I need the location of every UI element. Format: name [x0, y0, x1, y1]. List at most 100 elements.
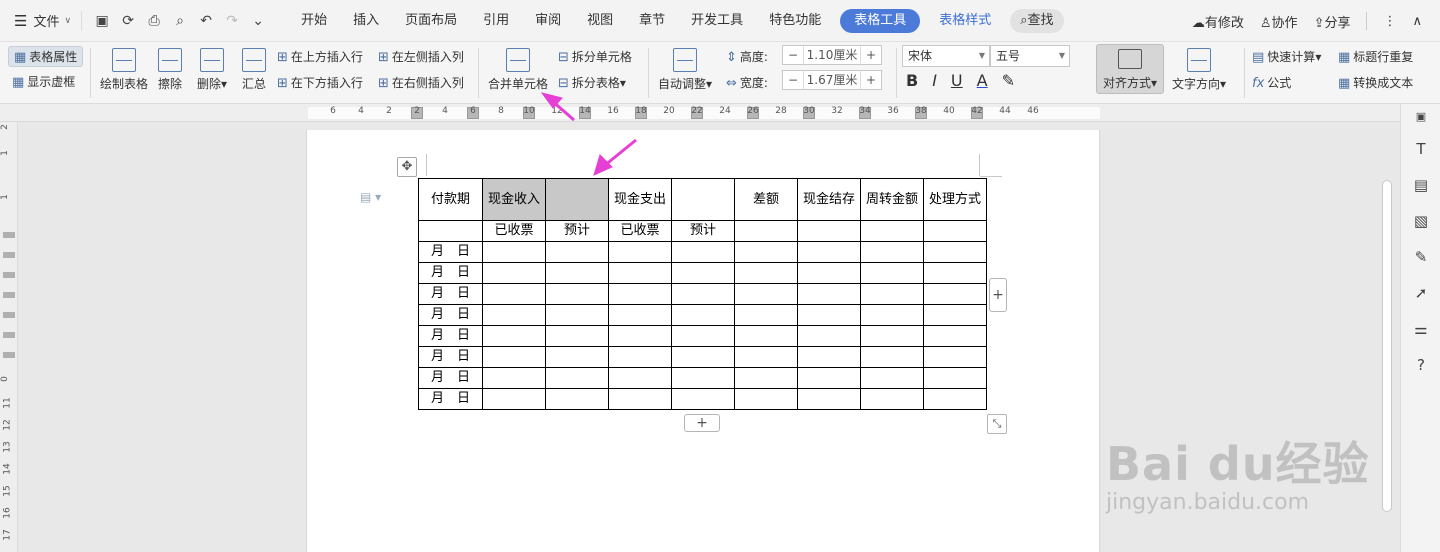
table-cell[interactable] [482, 367, 546, 389]
tab-developer[interactable]: 开发工具 [678, 9, 756, 33]
table-cell[interactable] [608, 388, 672, 410]
insert-row-above-button[interactable]: ⊞ 在上方插入行 [277, 48, 363, 65]
insert-row-below-button[interactable]: ⊞ 在下方插入行 [277, 74, 363, 91]
revise-button[interactable]: ☁有修改 [1192, 12, 1244, 31]
table-cell[interactable] [545, 262, 609, 284]
table-cell[interactable] [671, 283, 735, 305]
text-style-icon[interactable]: T [1410, 138, 1432, 160]
insert-col-left-button[interactable]: ⊞ 在左侧插入列 [378, 48, 464, 65]
table-cell[interactable] [860, 346, 924, 368]
file-menu[interactable]: ☰ 文件 ∨ [0, 0, 81, 42]
split-cells-button[interactable]: ⊟ 拆分单元格 [558, 48, 632, 65]
subheader-cell[interactable] [734, 220, 798, 242]
header-cell[interactable] [671, 178, 735, 221]
save-icon[interactable]: ▣ [94, 13, 110, 29]
table-cell[interactable] [545, 325, 609, 347]
width-value[interactable]: 1.67厘米 [803, 71, 861, 89]
font-color-icon[interactable]: A [977, 71, 988, 90]
table-cell[interactable] [734, 283, 798, 305]
table-cell[interactable] [797, 283, 861, 305]
date-cell[interactable]: 月 日 [418, 262, 483, 284]
table-cell[interactable] [797, 346, 861, 368]
tab-table-tools[interactable]: 表格工具 [840, 8, 921, 33]
table-cell[interactable] [482, 346, 546, 368]
horizontal-ruler[interactable]: 6 4 2 2 4 6 8 10 12 14 16 18 20 22 24 26 28 30 32 34 36 38 40 4… [0, 104, 1400, 122]
tab-insert[interactable]: 插入 [340, 9, 392, 33]
height-stepper[interactable]: − 1.10厘米 + [782, 45, 882, 65]
decrease-width-button[interactable]: − [783, 73, 803, 87]
table-cell[interactable] [545, 283, 609, 305]
table-cell[interactable] [797, 367, 861, 389]
table-cell[interactable] [734, 241, 798, 263]
pen-icon[interactable]: ✎ [1410, 246, 1432, 268]
table-cell[interactable] [608, 367, 672, 389]
subheader-cell[interactable] [923, 220, 987, 242]
ruler-row-marker[interactable] [3, 292, 15, 298]
table-properties-button[interactable]: ▦ 表格属性 [8, 46, 84, 67]
table-cell[interactable] [482, 241, 546, 263]
header-cell[interactable]: 现金支出 [608, 178, 672, 221]
table-cell[interactable] [860, 367, 924, 389]
table-cell[interactable] [482, 304, 546, 326]
table-cell[interactable] [923, 367, 987, 389]
delete-button[interactable]: 删除▾ [197, 48, 227, 92]
table-cell[interactable] [734, 304, 798, 326]
subheader-cell[interactable]: 预计 [671, 220, 735, 242]
customize-toolbar-icon[interactable]: ⌄ [250, 13, 266, 29]
table-cell[interactable] [923, 304, 987, 326]
table-cell[interactable] [671, 388, 735, 410]
undo-icon[interactable]: ↶ [198, 13, 214, 29]
table-cell[interactable] [797, 304, 861, 326]
table-cell[interactable] [860, 388, 924, 410]
subheader-cell[interactable] [797, 220, 861, 242]
ruler-row-marker[interactable] [3, 312, 15, 318]
table-cell[interactable] [671, 304, 735, 326]
header-cell[interactable]: 差额 [734, 178, 798, 221]
table-cell[interactable] [734, 388, 798, 410]
tab-table-style[interactable]: 表格样式 [926, 9, 1004, 33]
date-cell[interactable]: 月 日 [418, 367, 483, 389]
table-cell[interactable] [482, 325, 546, 347]
tab-references[interactable]: 引用 [470, 9, 522, 33]
subheader-cell[interactable]: 预计 [545, 220, 609, 242]
auto-adjust-button[interactable]: 自动调整▾ [658, 48, 712, 92]
vertical-ruler[interactable]: 2 1 1 0 11 12 13 14 15 16 17 [0, 122, 18, 552]
document-settings-icon[interactable]: ▧ [1410, 210, 1432, 232]
tab-review[interactable]: 审阅 [522, 9, 574, 33]
table-cell[interactable] [545, 367, 609, 389]
quick-calc-button[interactable]: ▤ 快速计算▾ [1252, 48, 1321, 65]
table-cell[interactable] [608, 283, 672, 305]
help-icon[interactable]: ? [1410, 354, 1432, 376]
font-name-select[interactable]: 宋体 ▼ [902, 45, 990, 67]
more-icon[interactable]: ⋮ [1383, 14, 1396, 29]
date-cell[interactable]: 月 日 [418, 283, 483, 305]
table-cell[interactable] [860, 304, 924, 326]
table-cell[interactable] [797, 241, 861, 263]
date-cell[interactable]: 月 日 [418, 241, 483, 263]
redo-icon[interactable]: ↷ [224, 13, 240, 29]
table-cell[interactable] [923, 325, 987, 347]
table-cell[interactable] [608, 262, 672, 284]
add-column-button[interactable]: + [989, 278, 1007, 312]
table-cell[interactable] [671, 346, 735, 368]
bold-icon[interactable]: B [906, 71, 918, 90]
table-cell[interactable] [608, 325, 672, 347]
draw-table-button[interactable]: 绘制表格 [100, 48, 148, 92]
table-cell[interactable] [545, 241, 609, 263]
show-gridlines-button[interactable]: ▦ 显示虚框 [12, 73, 75, 90]
date-cell[interactable]: 月 日 [418, 346, 483, 368]
table-cell[interactable] [482, 388, 546, 410]
table-cell[interactable] [923, 283, 987, 305]
table-cell[interactable] [860, 241, 924, 263]
table-cell[interactable] [608, 304, 672, 326]
table-cell[interactable] [734, 367, 798, 389]
table-cell[interactable] [671, 262, 735, 284]
table-cell[interactable] [797, 262, 861, 284]
document-icon[interactable]: ▤ [1410, 174, 1432, 196]
paragraph-options-icon[interactable]: ▤ ▾ [360, 190, 381, 204]
increase-width-button[interactable]: + [861, 73, 881, 87]
underline-icon[interactable]: U [951, 71, 963, 90]
subheader-cell[interactable]: 已收票 [608, 220, 672, 242]
table-cell[interactable] [671, 241, 735, 263]
table-cell[interactable] [545, 388, 609, 410]
